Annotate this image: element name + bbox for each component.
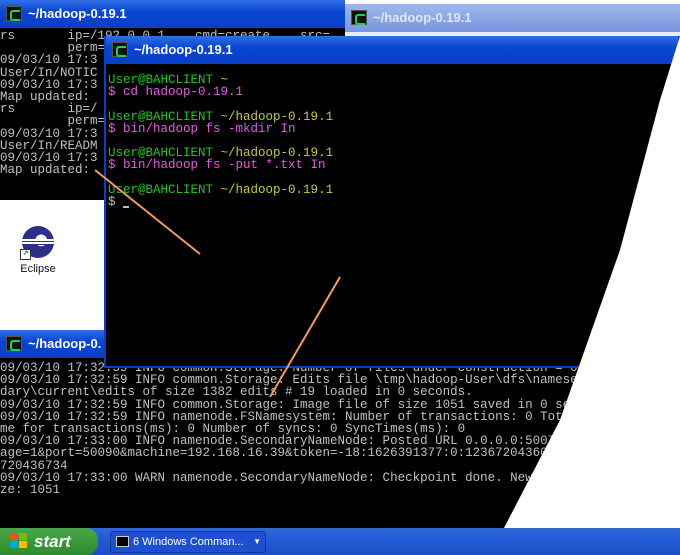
command-line: $ cd hadoop-0.19.1 [108, 85, 678, 100]
chevron-down-icon: ▼ [253, 537, 261, 546]
taskbar: start 6 Windows Comman... ▼ [0, 528, 680, 555]
window-titlebar[interactable]: ~/hadoop-0.19.1 [106, 36, 678, 64]
window-title: ~/hadoop-0.19.1 [28, 6, 127, 21]
window-title: ~/hadoop-0.19.1 [134, 42, 233, 57]
prompt-user: User@BAHCLIENT [108, 182, 214, 197]
console-output[interactable]: User@BAHCLIENT ~ $ cd hadoop-0.19.1 User@… [106, 64, 678, 366]
command-line: $ [108, 196, 678, 208]
start-label: start [34, 532, 71, 551]
terminal-icon [6, 336, 22, 351]
terminal-icon [112, 42, 128, 57]
command-line: $ bin/hadoop fs -mkdir In [108, 121, 678, 136]
console-line: ze: 1051 [0, 483, 61, 498]
prompt-line: User@BAHCLIENT ~/hadoop-0.19.1 [108, 182, 678, 197]
taskbar-group-button[interactable]: 6 Windows Comman... ▼ [110, 531, 266, 553]
prompt-path: ~/hadoop-0.19.1 [220, 182, 334, 197]
desktop: ↗ Eclipse ~/hadoop-0.19.1 rs ip=/192.0.0… [0, 0, 680, 555]
window-titlebar[interactable]: ~/hadoop-0.19.1 [345, 4, 680, 32]
command-text: $ [108, 195, 124, 210]
eclipse-desktop-shortcut[interactable]: ↗ Eclipse [14, 226, 62, 275]
console-line: 09/03/10 17:33:00 WARN namenode.Secondar… [0, 470, 601, 485]
console-line: dary\current\edits of size 1382 edits # … [0, 385, 473, 400]
command-text: $ cd hadoop-0.19.1 [108, 85, 244, 100]
command-text: $ bin/hadoop fs -put *.txt In [108, 158, 326, 173]
terminal-icon [351, 10, 367, 25]
start-button[interactable]: start [0, 528, 98, 555]
console-window-main[interactable]: ~/hadoop-0.19.1 User@BAHCLIENT ~ $ cd had… [104, 36, 680, 368]
command-text: $ bin/hadoop fs -mkdir In [108, 121, 296, 136]
shortcut-arrow-icon: ↗ [20, 249, 31, 260]
console-line: 720436734 [0, 458, 68, 473]
command-line: $ bin/hadoop fs -put *.txt In [108, 158, 678, 173]
text-cursor [123, 206, 130, 209]
terminal-icon [6, 6, 22, 21]
console-output: 09/03/10 17:32:59 INFO common.Storage: N… [0, 358, 680, 528]
eclipse-icon: ↗ [20, 226, 54, 260]
window-titlebar[interactable]: ~/hadoop-0.19.1 [0, 0, 345, 28]
terminal-icon [116, 536, 129, 547]
taskbar-group-label: 6 Windows Comman... [133, 536, 244, 548]
window-title: ~/hadoop-0.19.1 [373, 10, 472, 25]
eclipse-label: Eclipse [20, 263, 56, 275]
windows-logo-icon [10, 533, 28, 550]
console-line: 09/03/10 17:32:59 INFO common.Storage: I… [0, 397, 616, 412]
window-titlebar[interactable]: ~/hadoop-0. [0, 330, 104, 358]
window-title: ~/hadoop-0. [28, 336, 102, 351]
console-line: age=1&port=50090&machine=192.168.16.39&t… [0, 446, 601, 461]
